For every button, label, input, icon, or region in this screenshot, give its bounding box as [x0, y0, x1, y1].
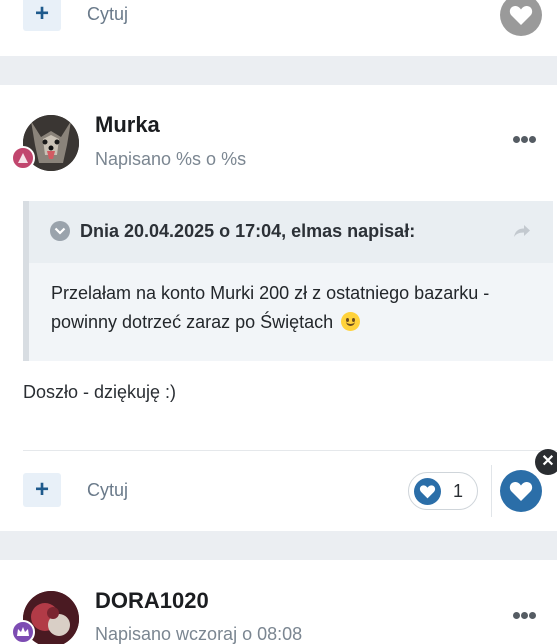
collapse-quote-icon[interactable]: [50, 221, 70, 241]
quote-citation: Dnia 20.04.2025 o 17:04, elmas napisał:: [80, 221, 416, 241]
smile-emoji-icon: [341, 312, 361, 331]
post-author[interactable]: DORA1020: [95, 588, 209, 614]
rank-icon: [18, 153, 28, 163]
post-date: Napisano wczoraj o 08:08: [95, 624, 303, 644]
heart-icon: [414, 478, 441, 505]
close-icon[interactable]: ✕: [535, 449, 557, 475]
multiquote-button[interactable]: +: [23, 473, 61, 507]
post-content: Doszło - dziękuję :): [23, 382, 177, 402]
quote-text-content: Przelałam na konto Murki 200 zł z ostatn…: [51, 283, 490, 332]
previous-post-footer: + Cytuj: [0, 0, 557, 56]
heart-icon: [509, 481, 533, 501]
rank-badge: [11, 620, 35, 644]
quote-text: Przelałam na konto Murki 200 zł z ostatn…: [51, 279, 541, 337]
quote-header: Dnia 20.04.2025 o 17:04, elmas napisał:: [29, 201, 553, 263]
quote-block: Dnia 20.04.2025 o 17:04, elmas napisał: …: [23, 201, 553, 361]
rank-badge: [11, 146, 35, 170]
reaction-count: 1: [453, 481, 464, 501]
more-options-icon[interactable]: [513, 612, 537, 620]
like-button[interactable]: [500, 470, 542, 512]
go-to-quote-icon[interactable]: [513, 223, 531, 239]
crown-icon: [17, 627, 29, 636]
post-card: Murka Napisano %s o %s Dnia 20.04.2025 o…: [0, 85, 557, 531]
divider: [23, 450, 557, 451]
like-button[interactable]: [500, 0, 542, 36]
quote-link[interactable]: Cytuj: [87, 4, 128, 25]
quote-link[interactable]: Cytuj: [87, 480, 128, 501]
next-post-card: DORA1020 Napisano wczoraj o 08:08: [0, 560, 557, 644]
post-author[interactable]: Murka: [95, 112, 160, 138]
heart-icon: [509, 5, 533, 25]
reaction-summary[interactable]: 1: [408, 472, 478, 510]
post-date: Napisano %s o %s: [95, 149, 247, 169]
more-options-icon[interactable]: [513, 136, 537, 144]
multiquote-button[interactable]: +: [23, 0, 61, 31]
separator: [491, 465, 492, 517]
